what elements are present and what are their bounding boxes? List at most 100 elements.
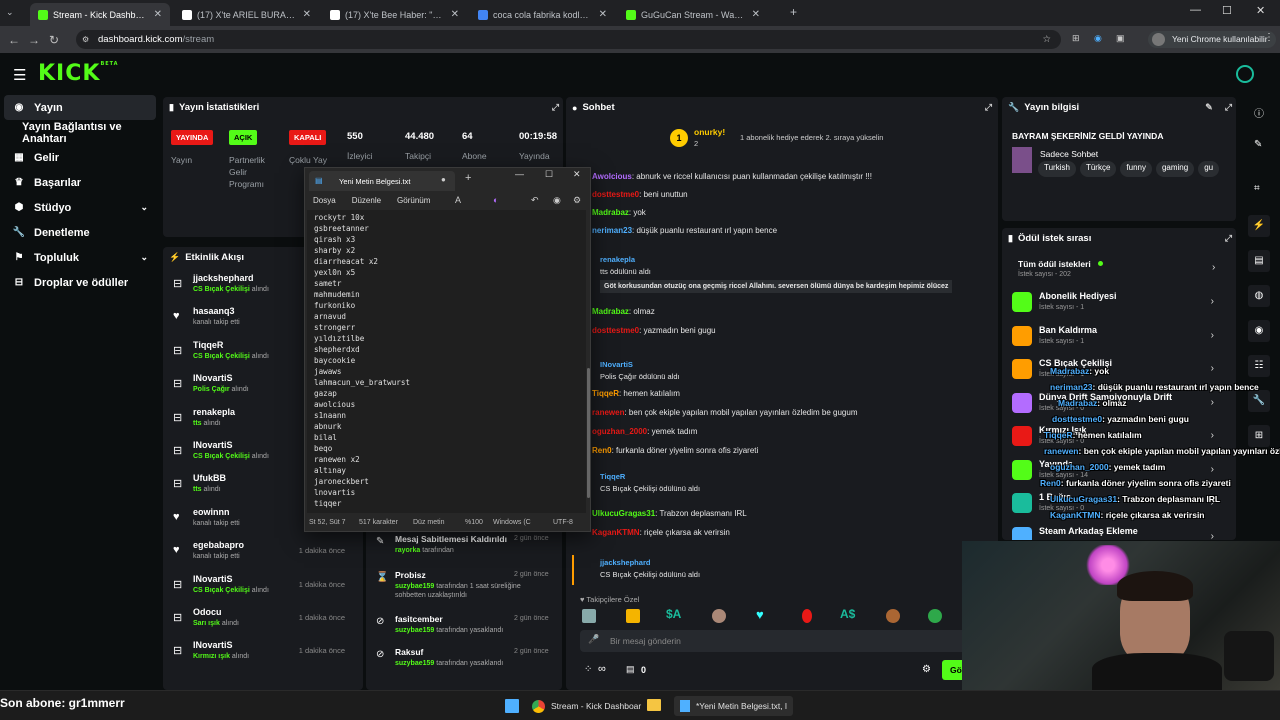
clipboard-icon[interactable]: ▤ bbox=[1248, 250, 1270, 272]
sidebar-item[interactable]: ♛ Başarılar bbox=[0, 170, 160, 195]
chat-message[interactable]: Ren0: furkanla döner yiyelim sonra ofis … bbox=[592, 446, 758, 455]
site-info-icon[interactable]: ⚙ bbox=[82, 30, 89, 49]
chat-username[interactable]: TiqqeR bbox=[592, 389, 619, 398]
reward-queue-item[interactable]: Abonelik Hediyesi İstek sayısı - 1 › bbox=[1002, 286, 1230, 320]
reward-user[interactable]: TiqqeR bbox=[600, 472, 625, 481]
back-icon[interactable]: ← bbox=[4, 33, 24, 47]
sidebar-item[interactable]: Yayın Bağlantısı ve Anahtarı bbox=[0, 120, 160, 145]
copilot-logo-icon[interactable]: ◉ bbox=[553, 195, 561, 206]
forward-icon[interactable]: → bbox=[24, 33, 44, 47]
maximize-icon[interactable]: ☐ bbox=[1222, 4, 1232, 17]
activity-item[interactable]: ♥ egebabapro kanalı takip etti 1 dakika önc… bbox=[163, 536, 353, 569]
chat-message[interactable]: dosttestme0: yazmadın beni gugu bbox=[592, 326, 716, 335]
bookmark-star-icon[interactable]: ☆ bbox=[1042, 30, 1051, 49]
chat-username[interactable]: oguzhan_2000 bbox=[592, 427, 647, 436]
extension-icon[interactable]: ⊞ bbox=[1072, 33, 1080, 44]
expand-icon[interactable]: ⤢ bbox=[985, 102, 992, 113]
chat-message[interactable]: UlkucuGragas31: Trabzon deplasmanı IRL bbox=[592, 509, 747, 518]
chat-message[interactable]: ranewen: ben çok ekiple yapılan mobil ya… bbox=[592, 408, 858, 417]
expand-icon[interactable]: ⤢ bbox=[1225, 102, 1232, 113]
kick-logo[interactable]: KICKBETA bbox=[38, 61, 119, 86]
notepad-menu-item[interactable]: Görünüm bbox=[397, 196, 430, 210]
moderation-item[interactable]: ⊘ fasitcember suzybae159 tarafından yasakl… bbox=[366, 612, 562, 646]
crop-icon[interactable]: ⌗ bbox=[1254, 183, 1260, 194]
scrollbar[interactable] bbox=[587, 368, 590, 498]
expand-icon[interactable]: ⤢ bbox=[1225, 233, 1232, 244]
activity-item[interactable]: ⊟ Odocu Sarı ışık alındı 1 dakika önce bbox=[163, 603, 353, 636]
history-icon[interactable]: ↶ bbox=[531, 195, 539, 206]
extensions-puzzle-icon[interactable]: ▣ bbox=[1116, 33, 1125, 44]
profile-avatar[interactable] bbox=[1236, 65, 1254, 83]
browser-tab[interactable]: (17) X'te ARIEL BURAK KAPLAN✕ bbox=[174, 3, 319, 26]
close-icon[interactable]: ✕ bbox=[573, 169, 581, 180]
hamburger-menu-icon[interactable]: ☰ bbox=[13, 66, 26, 84]
tab-close-icon[interactable]: ✕ bbox=[148, 9, 162, 20]
chat-username[interactable]: dosttestme0 bbox=[592, 190, 639, 199]
sidebar-item[interactable]: ⚑ Topluluk ⌄ bbox=[0, 245, 160, 270]
reload-icon[interactable]: ↻ bbox=[44, 33, 64, 47]
chrome-update-button[interactable]: Yeni Chrome kullanılabilir bbox=[1148, 31, 1276, 48]
minimize-icon[interactable]: — bbox=[1190, 4, 1201, 16]
tab-close-icon[interactable]: ✕ bbox=[746, 9, 760, 20]
browser-tab[interactable]: Stream - Kick Dashboard ✕ bbox=[30, 3, 170, 26]
chat-message[interactable]: oguzhan_2000: yemek tadım bbox=[592, 427, 697, 436]
taskbar-chrome[interactable]: Stream - Kick Dashboar bbox=[532, 696, 641, 716]
pinned-gift-leaderboard[interactable]: 1 onurky! 2 1 abonelik hediye ederek 2. … bbox=[670, 127, 930, 149]
maximize-icon[interactable]: ☐ bbox=[545, 169, 553, 180]
tag-chip[interactable]: Turkish bbox=[1038, 161, 1076, 177]
moderation-item[interactable]: ⊘ Raksuf suzybae159 tarafından yasaklandı 2… bbox=[366, 645, 562, 679]
chat-username[interactable]: dosttestme0 bbox=[592, 326, 639, 335]
chat-message[interactable]: dosttestme0: beni unuttun bbox=[592, 190, 688, 199]
expand-icon[interactable]: ⤢ bbox=[552, 102, 559, 113]
microphone-icon[interactable]: 🎤 bbox=[588, 634, 599, 645]
browser-tab[interactable]: (17) X'te Bee Haber: "Arabistan✕ bbox=[322, 3, 467, 26]
emote[interactable]: A$ bbox=[840, 607, 855, 621]
settings-icon[interactable]: ⚙ bbox=[573, 195, 581, 206]
reward-user[interactable]: renakepla bbox=[600, 255, 635, 264]
new-tab-button[interactable]: + bbox=[790, 5, 797, 19]
browser-tab[interactable]: GuGuCan Stream - Watch Live✕ bbox=[618, 3, 768, 26]
chat-message[interactable]: Madrabaz: yok bbox=[592, 208, 646, 217]
sidebar-item[interactable]: ⬢ Stüdyo ⌄ bbox=[0, 195, 160, 220]
emote[interactable] bbox=[886, 609, 900, 623]
broadcast-icon[interactable]: ◉ bbox=[1248, 320, 1270, 342]
chat-message[interactable]: Madrabaz: olmaz bbox=[592, 307, 655, 316]
notepad-menu-item[interactable]: Dosya bbox=[313, 196, 336, 210]
tag-chip[interactable]: Türkçe bbox=[1079, 161, 1117, 177]
chat-message[interactable]: TiqqeR: hemen katılalım bbox=[592, 389, 680, 398]
chat-username[interactable]: Madrabaz bbox=[592, 307, 629, 316]
tag-chip[interactable]: gu bbox=[1198, 161, 1220, 177]
chat-username[interactable]: Awolcious bbox=[592, 172, 632, 181]
tab-close-icon[interactable]: ✕ bbox=[593, 9, 607, 20]
sidebar-item[interactable]: ▦ Gelir bbox=[0, 145, 160, 170]
gift-icon[interactable]: ▤ bbox=[626, 664, 635, 675]
chat-message-input[interactable]: 🎤 Bir mesaj gönderin bbox=[580, 630, 970, 652]
emote[interactable]: $A bbox=[666, 607, 681, 621]
menu-dots-icon[interactable]: ⋮ bbox=[1264, 32, 1274, 43]
browser-tab[interactable]: coca cola fabrika kodları - Goo✕ bbox=[470, 3, 615, 26]
emote[interactable] bbox=[582, 609, 596, 623]
emote[interactable] bbox=[626, 609, 640, 623]
reward-user[interactable]: INovartiS bbox=[600, 360, 633, 369]
moderation-item[interactable]: ⌛ Probisz suzybae159 tarafından 1 saat sür… bbox=[366, 568, 562, 602]
reward-user[interactable]: jjackshephard bbox=[600, 558, 650, 567]
edit-icon[interactable]: ✎ bbox=[1254, 139, 1262, 150]
chat-username[interactable]: neriman23 bbox=[592, 226, 632, 235]
chat-username[interactable]: Madrabaz bbox=[592, 208, 629, 217]
sidebar-item[interactable]: ◉ Yayın bbox=[4, 95, 156, 120]
chat-settings-icon[interactable]: ⚙ bbox=[922, 664, 931, 675]
chat-username[interactable]: Ren0 bbox=[592, 446, 612, 455]
emote[interactable] bbox=[928, 609, 942, 623]
tag-chip[interactable]: gaming bbox=[1155, 161, 1195, 177]
folder-icon[interactable] bbox=[647, 699, 661, 711]
copilot-icon[interactable]: ◐ bbox=[493, 195, 498, 205]
minimize-icon[interactable]: — bbox=[515, 169, 524, 179]
tag-chip[interactable]: funny bbox=[1120, 161, 1152, 177]
notepad-editor[interactable]: rockytr 10x gsbreetanner qirash x3 sharby x… bbox=[307, 210, 586, 513]
sidebar-item[interactable]: 🔧 Denetleme bbox=[0, 220, 160, 245]
format-icon[interactable]: A bbox=[455, 195, 461, 205]
chat-username[interactable]: KaganKTMN bbox=[592, 528, 640, 537]
moderation-item[interactable]: ✎ Mesaj Sabitlemesi Kaldırıldı rayorka tar… bbox=[366, 532, 562, 566]
info-icon[interactable]: ⓘ bbox=[1254, 105, 1264, 120]
activity-item[interactable]: ⊟ INovartiS CS Bıçak Çekilişi alındı 1 daki… bbox=[163, 570, 353, 603]
